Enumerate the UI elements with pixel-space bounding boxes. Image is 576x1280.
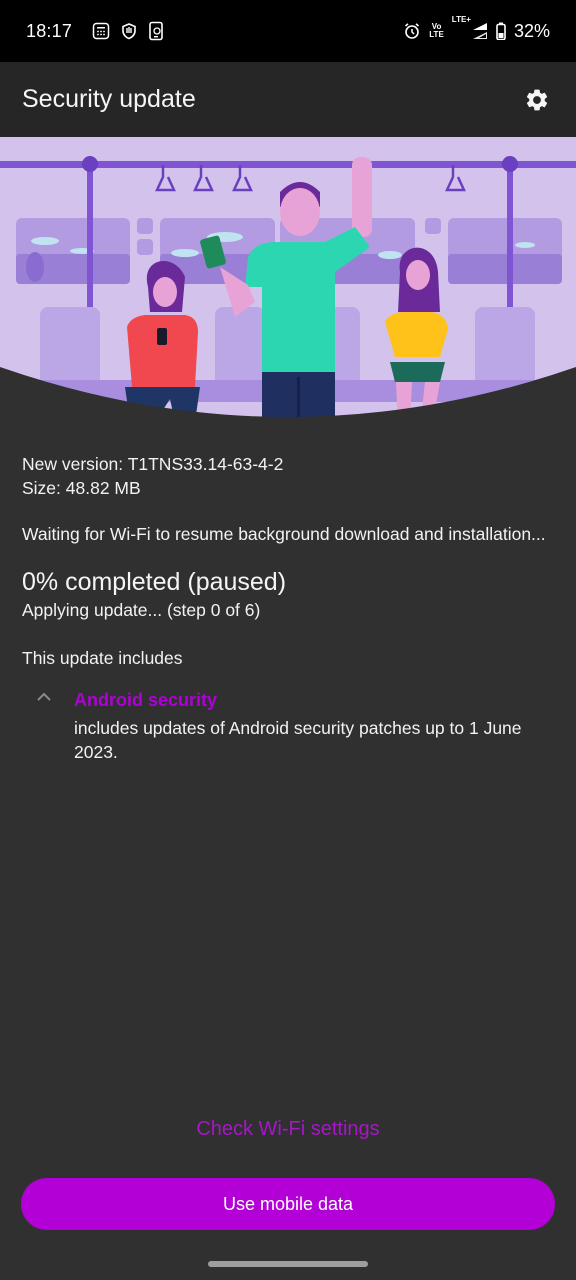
page-title: Security update [22, 85, 196, 113]
section-description: includes updates of Android security pat… [74, 718, 522, 762]
check-wifi-settings-link[interactable]: Check Wi-Fi settings [0, 1118, 576, 1141]
use-mobile-data-button[interactable]: Use mobile data [21, 1178, 555, 1230]
notification-icons [92, 21, 164, 41]
status-time: 18:17 [26, 20, 73, 41]
step-text: Applying update... (step 0 of 6) [22, 600, 261, 620]
battery-percent: 32% [513, 20, 550, 41]
calculator-icon [92, 22, 110, 40]
hero-illustration [0, 137, 576, 437]
lte-plus-icon: LTE+ [451, 15, 471, 24]
settings-button[interactable] [520, 83, 554, 117]
size-text: Size: 48.82 MB [22, 478, 141, 498]
subway-illustration [0, 137, 576, 437]
progress-title: 0% completed (paused) [22, 568, 287, 596]
collapse-toggle[interactable] [22, 688, 74, 764]
signal-icon [472, 23, 487, 39]
cell-signal: LTE+ [452, 16, 488, 40]
gear-icon [526, 89, 548, 110]
section-title[interactable]: Android security [74, 688, 552, 712]
includes-section: Android security includes updates of And… [22, 688, 552, 764]
version-text: New version: T1TNS33.14-63-4-2 [22, 454, 284, 474]
chevron-up-icon [37, 692, 51, 701]
alarm-icon [405, 23, 420, 39]
phone-sync-icon [149, 21, 163, 41]
system-icons: Vo LTE LTE+ 32% [403, 16, 550, 42]
volte-icon: Vo LTE [429, 22, 444, 39]
gesture-nav-handle[interactable] [208, 1261, 368, 1267]
update-details: New version: T1TNS33.14-63-4-2 Size: 48.… [22, 452, 552, 764]
includes-heading: This update includes [22, 648, 183, 668]
battery-icon [496, 22, 506, 40]
status-message: Waiting for Wi-Fi to resume background d… [22, 524, 546, 544]
status-bar: 18:17 Vo LTE LTE+ 32% [0, 0, 576, 62]
shield-hand-icon [122, 23, 136, 40]
app-bar: Security update [0, 62, 576, 137]
